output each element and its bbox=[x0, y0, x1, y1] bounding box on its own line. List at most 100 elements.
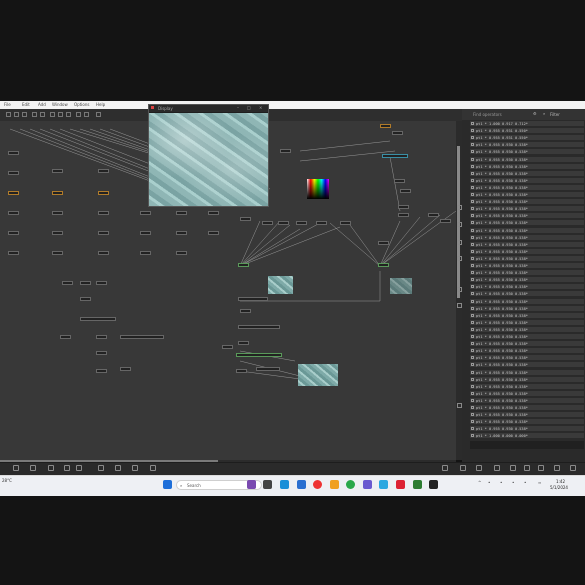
node[interactable] bbox=[208, 231, 219, 235]
node[interactable] bbox=[8, 171, 19, 175]
list-item[interactable]: pt1 * 0.955 0.930 0.538* bbox=[470, 291, 584, 298]
node[interactable] bbox=[240, 217, 251, 221]
search-icon[interactable]: ⌕ bbox=[543, 111, 545, 116]
move-tool-icon[interactable] bbox=[14, 112, 19, 117]
app-icon[interactable] bbox=[379, 480, 388, 489]
list-item[interactable]: pt1 * 0.955 0.930 0.538* bbox=[470, 390, 584, 397]
tray-icon[interactable]: • bbox=[488, 480, 490, 485]
node[interactable] bbox=[140, 251, 151, 255]
node-side-icon[interactable] bbox=[457, 222, 462, 227]
list-item[interactable]: pt1 * 0.955 0.930 0.538* bbox=[470, 397, 584, 404]
list-item[interactable]: pt1 * 0.955 0.930 0.538* bbox=[470, 376, 584, 383]
node[interactable] bbox=[52, 251, 63, 255]
list-item[interactable]: pt1 * 0.955 0.930 0.538* bbox=[470, 227, 584, 234]
weather-temp[interactable]: 28°C bbox=[2, 478, 12, 483]
menu-add[interactable]: Add bbox=[38, 102, 46, 107]
list-item[interactable]: pt1 * 0.955 0.930 0.538* bbox=[470, 213, 584, 220]
view-icon[interactable] bbox=[50, 112, 55, 117]
list-item[interactable]: pt1 * 0.955 0.930 0.538* bbox=[470, 184, 584, 191]
power-icon[interactable] bbox=[460, 465, 466, 471]
node[interactable] bbox=[392, 131, 403, 135]
node[interactable] bbox=[238, 297, 268, 301]
node[interactable] bbox=[8, 151, 19, 155]
pin-icon[interactable] bbox=[524, 465, 530, 471]
node[interactable] bbox=[382, 154, 408, 158]
node[interactable] bbox=[378, 241, 389, 245]
menu-options[interactable]: Options bbox=[74, 102, 89, 107]
list-item[interactable]: pt1 * 0.955 0.930 0.538* bbox=[470, 142, 584, 149]
list-item[interactable]: pt1 * 0.955 0.930 0.538* bbox=[470, 326, 584, 333]
bottom-tool-icon[interactable] bbox=[132, 465, 138, 471]
select-tool-icon[interactable] bbox=[6, 112, 11, 117]
node[interactable] bbox=[52, 191, 63, 195]
layout-icon[interactable] bbox=[58, 112, 63, 117]
node[interactable] bbox=[52, 169, 63, 173]
bottom-tool-icon[interactable] bbox=[150, 465, 156, 471]
node[interactable] bbox=[120, 335, 164, 339]
node[interactable] bbox=[208, 211, 219, 215]
list-item[interactable]: pt1 * 0.955 0.930 0.538* bbox=[470, 383, 584, 390]
undo-icon[interactable] bbox=[32, 112, 37, 117]
frame-icon[interactable] bbox=[66, 112, 71, 117]
node[interactable] bbox=[98, 251, 109, 255]
menu-file[interactable]: File bbox=[4, 102, 11, 107]
node[interactable] bbox=[62, 281, 73, 285]
list-item[interactable]: pt1 * 0.955 0.930 0.538* bbox=[470, 319, 584, 326]
list-item[interactable]: pt1 * 0.955 0.930 0.538* bbox=[470, 270, 584, 277]
node[interactable] bbox=[440, 219, 451, 223]
node[interactable] bbox=[238, 341, 249, 345]
list-item[interactable]: pt1 * 0.955 0.930 0.538* bbox=[470, 255, 584, 262]
close-icon[interactable] bbox=[476, 465, 482, 471]
bottom-tool-icon[interactable] bbox=[115, 465, 121, 471]
sync-icon[interactable] bbox=[494, 465, 500, 471]
list-item[interactable]: pt1 * 0.955 0.930 0.538* bbox=[470, 277, 584, 284]
list-item[interactable]: pt1 * 0.955 0.930 0.538* bbox=[470, 341, 584, 348]
menu-help[interactable]: Help bbox=[96, 102, 105, 107]
wifi-icon[interactable]: ≈ bbox=[538, 480, 541, 485]
message-icon[interactable] bbox=[554, 465, 560, 471]
list-item[interactable]: pt1 * 0.955 0.930 0.538* bbox=[470, 248, 584, 255]
list-item[interactable]: pt1 * 0.955 0.931 0.550* bbox=[470, 135, 584, 142]
list-side-icon[interactable] bbox=[457, 240, 462, 245]
app-icon[interactable] bbox=[247, 480, 256, 489]
settings-icon[interactable]: ⚙ bbox=[533, 111, 537, 116]
list-item[interactable]: pt1 * 1.000 0.917 0.712* bbox=[470, 121, 584, 127]
list-item[interactable]: pt1 * 0.955 0.930 0.538* bbox=[470, 405, 584, 411]
list-item[interactable]: pt1 * 0.955 0.930 0.538* bbox=[470, 334, 584, 340]
node[interactable] bbox=[98, 211, 109, 215]
start-icon[interactable] bbox=[163, 480, 172, 489]
node[interactable] bbox=[394, 179, 405, 183]
node[interactable] bbox=[8, 231, 19, 235]
grid-side-icon[interactable] bbox=[457, 256, 462, 261]
node[interactable] bbox=[98, 169, 109, 173]
list-item[interactable]: pt1 * 0.955 0.930 0.538* bbox=[470, 177, 584, 184]
node[interactable] bbox=[80, 297, 91, 301]
loop-icon[interactable] bbox=[84, 112, 89, 117]
node[interactable] bbox=[176, 251, 187, 255]
minimize-icon[interactable]: – bbox=[237, 105, 239, 110]
list-item[interactable]: pt1 * 0.955 0.930 0.538* bbox=[470, 355, 584, 362]
node[interactable] bbox=[296, 221, 307, 225]
node[interactable] bbox=[8, 251, 19, 255]
node[interactable] bbox=[120, 367, 131, 371]
list-item[interactable]: pt1 * 0.955 0.930 0.538* bbox=[470, 241, 584, 248]
preview-window-titlebar[interactable]: Display – □ × bbox=[149, 105, 268, 112]
system-clock[interactable]: 1:42 5/1/2024 bbox=[548, 478, 582, 492]
list-item[interactable]: pt1 * 0.955 0.930 0.538* bbox=[470, 263, 584, 269]
node[interactable] bbox=[96, 281, 107, 285]
tray-icon[interactable]: • bbox=[512, 480, 514, 485]
list-item[interactable]: pt1 * 0.955 0.930 0.538* bbox=[470, 156, 584, 163]
node[interactable] bbox=[400, 189, 411, 193]
app-icon[interactable] bbox=[297, 480, 306, 489]
node[interactable] bbox=[98, 191, 109, 195]
list-item[interactable]: pt1 * 0.955 0.930 0.538* bbox=[470, 426, 584, 433]
bottom-tool-icon[interactable] bbox=[64, 465, 70, 471]
list-item[interactable]: pt1 * 0.955 0.930 0.538* bbox=[470, 348, 584, 355]
list-item[interactable]: pt1 * 0.955 0.930 0.538* bbox=[470, 170, 584, 177]
timer-icon[interactable] bbox=[442, 465, 448, 471]
chrome-icon[interactable] bbox=[346, 480, 355, 489]
node[interactable] bbox=[236, 369, 247, 373]
menu-edit[interactable]: Edit bbox=[22, 102, 30, 107]
grid-tool-icon[interactable] bbox=[22, 112, 27, 117]
node[interactable] bbox=[60, 335, 71, 339]
